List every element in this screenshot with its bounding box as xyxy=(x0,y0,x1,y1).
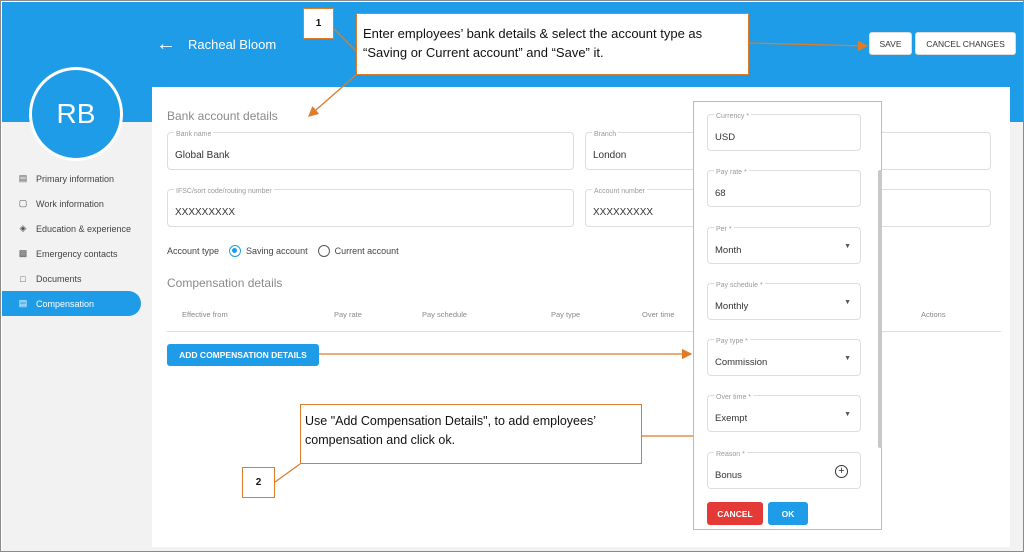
ifsc-field[interactable]: IFSC/sort code/routing number XXXXXXXXX xyxy=(167,188,574,227)
compensation-section-title: Compensation details xyxy=(167,276,283,290)
add-compensation-button[interactable]: ADD COMPENSATION DETAILS xyxy=(167,344,319,366)
sidebar-item-label: Work information xyxy=(36,198,104,209)
currency-field[interactable]: Currency * USD xyxy=(707,113,861,151)
cancel-changes-button[interactable]: CANCEL CHANGES xyxy=(915,32,1016,55)
over-time-select[interactable]: Over time * Exempt ▼ xyxy=(707,394,861,432)
field-value: London xyxy=(593,150,627,161)
step-1-marker: 1 xyxy=(303,8,334,39)
contact-card-icon: ▩ xyxy=(18,248,28,258)
sidebar-item-emergency-contacts[interactable]: ▩ Emergency contacts xyxy=(2,241,151,266)
bank-name-field[interactable]: Bank name Global Bank xyxy=(167,131,574,170)
account-type-label: Account type xyxy=(167,246,220,256)
radio-unselected-icon xyxy=(317,245,330,257)
field-value: Global Bank xyxy=(175,150,230,161)
account-type-group: Account type Saving account Current acco… xyxy=(167,245,399,257)
radio-selected-icon xyxy=(229,245,242,257)
compensation-form-panel: Currency * USD Pay rate * 68 Per * Month… xyxy=(693,101,882,530)
radio-label: Current account xyxy=(334,246,399,256)
sidebar-item-label: Documents xyxy=(36,273,82,284)
caret-down-icon: ▼ xyxy=(844,299,851,306)
field-label: Pay type * xyxy=(714,338,750,345)
sidebar-nav: ▤ Primary information ▢ Work information… xyxy=(2,166,151,316)
sidebar-item-label: Education & experience xyxy=(36,223,132,234)
caret-down-icon: ▼ xyxy=(844,243,851,250)
bank-section-title: Bank account details xyxy=(167,109,278,123)
field-label: Branch xyxy=(592,131,619,138)
caret-down-icon: ▼ xyxy=(844,355,851,362)
add-circle-icon[interactable]: + xyxy=(835,465,848,478)
sidebar-item-documents[interactable]: □ Documents xyxy=(2,266,151,291)
employee-name: Racheal Bloom xyxy=(188,37,277,52)
field-label: Pay schedule * xyxy=(714,282,765,289)
step-2-callout: Use "Add Compensation Details", to add e… xyxy=(300,404,642,464)
id-card-icon: ▤ xyxy=(18,173,28,183)
sidebar-item-work-information[interactable]: ▢ Work information xyxy=(2,191,151,216)
field-label: IFSC/sort code/routing number xyxy=(174,188,274,195)
ok-button[interactable]: OK xyxy=(768,502,808,525)
field-label: Per * xyxy=(714,226,734,233)
save-button[interactable]: SAVE xyxy=(869,32,912,55)
cancel-button[interactable]: CANCEL xyxy=(707,502,763,525)
field-value: Commission xyxy=(715,357,768,368)
field-value: XXXXXXXXX xyxy=(593,207,654,218)
graduation-cap-icon: ◈ xyxy=(19,223,27,233)
sidebar-item-compensation[interactable]: ▤ Compensation xyxy=(2,291,141,316)
folder-icon: □ xyxy=(20,273,26,284)
screen-frame: ← Racheal Bloom RB ▤ Primary information… xyxy=(0,0,1024,552)
sidebar-item-label: Emergency contacts xyxy=(36,248,118,259)
avatar: RB xyxy=(29,67,123,161)
column-header: Over time xyxy=(642,310,675,319)
back-arrow-icon[interactable]: ← xyxy=(156,34,176,54)
current-account-radio[interactable]: Current account xyxy=(317,245,399,257)
radio-label: Saving account xyxy=(246,246,308,256)
step-1-callout: Enter employees’ bank details & select t… xyxy=(356,13,749,75)
field-value: XXXXXXXXX xyxy=(175,207,236,218)
sidebar-item-label: Compensation xyxy=(36,298,95,309)
pay-type-select[interactable]: Pay type * Commission ▼ xyxy=(707,338,861,376)
pay-rate-field[interactable]: Pay rate * 68 xyxy=(707,169,861,207)
field-value: USD xyxy=(715,132,736,143)
column-header: Pay schedule xyxy=(422,310,468,319)
panel-scrollbar[interactable] xyxy=(878,170,882,448)
field-label: Account number xyxy=(592,188,647,195)
briefcase-icon: ▢ xyxy=(18,198,28,208)
field-value: 68 xyxy=(715,188,726,199)
field-label: Currency * xyxy=(714,113,752,120)
field-value: Bonus xyxy=(715,470,742,481)
field-value: Monthly xyxy=(715,301,749,312)
caret-down-icon: ▼ xyxy=(844,411,851,418)
field-label: Over time * xyxy=(714,394,754,401)
field-value: Exempt xyxy=(715,413,748,424)
column-header: Effective from xyxy=(182,310,228,319)
card-icon: ▤ xyxy=(18,298,28,308)
field-value: Month xyxy=(715,245,742,256)
sidebar-item-education-experience[interactable]: ◈ Education & experience xyxy=(2,216,151,241)
sidebar-item-primary-information[interactable]: ▤ Primary information xyxy=(2,166,151,191)
field-label: Pay rate * xyxy=(714,169,749,176)
column-header: Actions xyxy=(921,310,946,319)
pay-schedule-select[interactable]: Pay schedule * Monthly ▼ xyxy=(707,282,861,320)
saving-account-radio[interactable]: Saving account xyxy=(229,245,308,257)
field-label: Reason * xyxy=(714,451,747,458)
column-header: Pay rate xyxy=(334,310,362,319)
step-2-marker: 2 xyxy=(242,467,275,498)
field-label: Bank name xyxy=(174,131,214,138)
per-select[interactable]: Per * Month ▼ xyxy=(707,226,861,264)
column-header: Pay type xyxy=(551,310,581,319)
sidebar-item-label: Primary information xyxy=(36,173,115,184)
reason-field[interactable]: Reason * Bonus + xyxy=(707,451,861,489)
